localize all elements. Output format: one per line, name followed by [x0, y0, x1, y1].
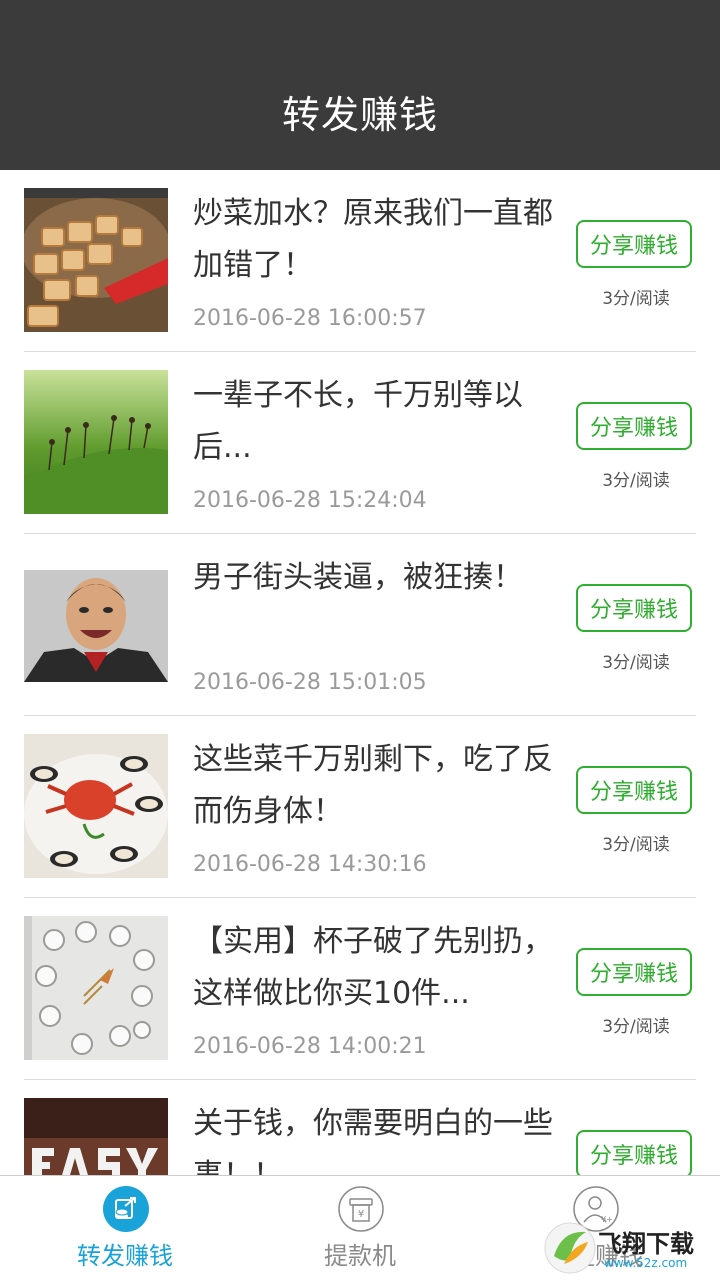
- points-per-read: 3分/阅读: [602, 289, 670, 309]
- top-header: 转发赚钱: [0, 0, 720, 170]
- tab-label: 提款机: [324, 1242, 396, 1270]
- points-per-read: 3分/阅读: [602, 653, 670, 673]
- points-per-read: 3分/阅读: [602, 471, 670, 491]
- share-earn-button[interactable]: 分享赚钱: [576, 220, 692, 268]
- article-title[interactable]: 【实用】杯子破了先别扔，这样做比你买10件...: [193, 916, 553, 1020]
- article-timestamp: 2016-06-28 15:01:05: [193, 670, 427, 695]
- watermark-text: 飞翔下载: [598, 1230, 694, 1258]
- article-timestamp: 2016-06-28 16:00:57: [193, 306, 427, 331]
- svg-text:¥: ¥: [358, 1209, 364, 1220]
- watermark-url: www.52z.com: [604, 1256, 688, 1270]
- watermark-logo-icon: [544, 1222, 596, 1274]
- article-thumbnail[interactable]: [24, 552, 168, 696]
- share-earn-button[interactable]: 分享赚钱: [576, 402, 692, 450]
- list-item[interactable]: 一辈子不长，千万别等以后... 2016-06-28 15:24:04 分享赚钱…: [0, 352, 720, 534]
- site-watermark: 飞翔下载 www.52z.com: [540, 1218, 720, 1280]
- share-earn-button[interactable]: 分享赚钱: [576, 948, 692, 996]
- points-per-read: 3分/阅读: [602, 1017, 670, 1037]
- article-list: 炒菜加水？原来我们一直都加错了！ 2016-06-28 16:00:57 分享赚…: [0, 170, 720, 1175]
- share-earn-button[interactable]: 分享赚钱: [576, 584, 692, 632]
- article-title[interactable]: 一辈子不长，千万别等以后...: [193, 370, 553, 474]
- list-item[interactable]: 男子街头装逼，被狂揍！ 2016-06-28 15:01:05 分享赚钱 3分/…: [0, 534, 720, 716]
- list-item[interactable]: 这些菜千万别剩下，吃了反而伤身体！ 2016-06-28 14:30:16 分享…: [0, 716, 720, 898]
- share-earn-icon: [103, 1186, 149, 1232]
- article-thumbnail[interactable]: [24, 1098, 168, 1175]
- article-timestamp: 2016-06-28 15:24:04: [193, 488, 427, 513]
- list-item[interactable]: 【实用】杯子破了先别扔，这样做比你买10件... 2016-06-28 14:0…: [0, 898, 720, 1080]
- atm-icon: ¥: [338, 1186, 384, 1232]
- article-title[interactable]: 这些菜千万别剩下，吃了反而伤身体！: [193, 734, 553, 838]
- article-title[interactable]: 炒菜加水？原来我们一直都加错了！: [193, 188, 553, 292]
- tab-share-earn[interactable]: 转发赚钱: [5, 1176, 245, 1281]
- article-thumbnail[interactable]: [24, 916, 168, 1060]
- share-earn-button[interactable]: 分享赚钱: [576, 1130, 692, 1175]
- page-title: 转发赚钱: [281, 93, 438, 137]
- article-timestamp: 2016-06-28 14:00:21: [193, 1034, 427, 1059]
- article-thumbnail[interactable]: [24, 370, 168, 514]
- article-title[interactable]: 关于钱，你需要明白的一些事！！: [193, 1098, 553, 1175]
- share-earn-button[interactable]: 分享赚钱: [576, 766, 692, 814]
- article-title[interactable]: 男子街头装逼，被狂揍！: [193, 552, 553, 604]
- article-timestamp: 2016-06-28 14:30:16: [193, 852, 427, 877]
- list-item[interactable]: 关于钱，你需要明白的一些事！！ 分享赚钱: [0, 1080, 720, 1175]
- points-per-read: 3分/阅读: [602, 835, 670, 855]
- article-thumbnail[interactable]: [24, 734, 168, 878]
- article-thumbnail[interactable]: [24, 188, 168, 332]
- tab-label: 转发赚钱: [77, 1242, 173, 1270]
- tab-atm[interactable]: ¥ 提款机: [240, 1176, 480, 1281]
- list-item[interactable]: 炒菜加水？原来我们一直都加错了！ 2016-06-28 16:00:57 分享赚…: [0, 170, 720, 352]
